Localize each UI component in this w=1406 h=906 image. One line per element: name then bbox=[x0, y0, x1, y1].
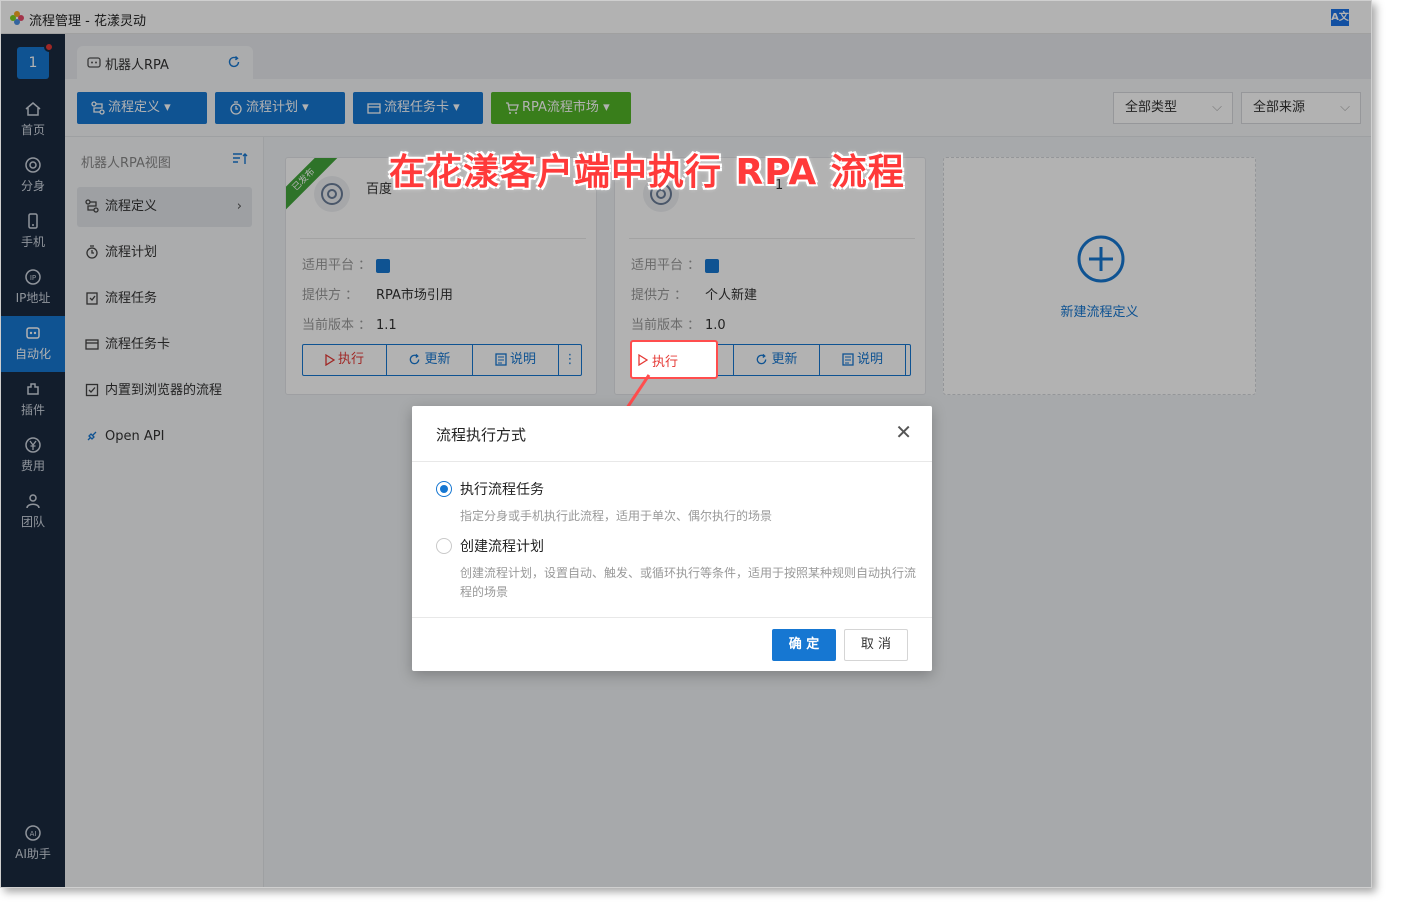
close-icon[interactable]: ✕ bbox=[895, 420, 912, 444]
execute-label: 执行 bbox=[652, 355, 679, 370]
option-create-plan-desc: 创建流程计划，设置自动、触发、或循环执行等条件，适用于按照某种规则自动执行流程的… bbox=[460, 566, 917, 599]
cancel-button[interactable]: 取 消 bbox=[844, 629, 908, 661]
option-create-plan-label: 创建流程计划 bbox=[460, 539, 544, 555]
confirm-button[interactable]: 确 定 bbox=[772, 629, 836, 661]
option-execute-task-label: 执行流程任务 bbox=[460, 482, 544, 498]
radio-create-plan[interactable] bbox=[436, 538, 452, 554]
radio-execute-task[interactable] bbox=[436, 481, 452, 497]
divider bbox=[412, 461, 932, 462]
annotation-caption: 在花漾客户端中执行 RPA 流程 bbox=[389, 152, 905, 193]
play-icon bbox=[638, 354, 648, 366]
dialog-title: 流程执行方式 bbox=[436, 426, 527, 444]
option-execute-task-desc: 指定分身或手机执行此流程，适用于单次、偶尔执行的场景 bbox=[460, 509, 773, 523]
divider bbox=[412, 617, 932, 618]
execution-mode-dialog: 流程执行方式 ✕ 执行流程任务 指定分身或手机执行此流程，适用于单次、偶尔执行的… bbox=[412, 406, 932, 671]
app-window: 流程管理 - 花漾灵动 A文 1 首页 分身 手机 IP IP地址 自动化 插件 bbox=[0, 0, 1372, 888]
